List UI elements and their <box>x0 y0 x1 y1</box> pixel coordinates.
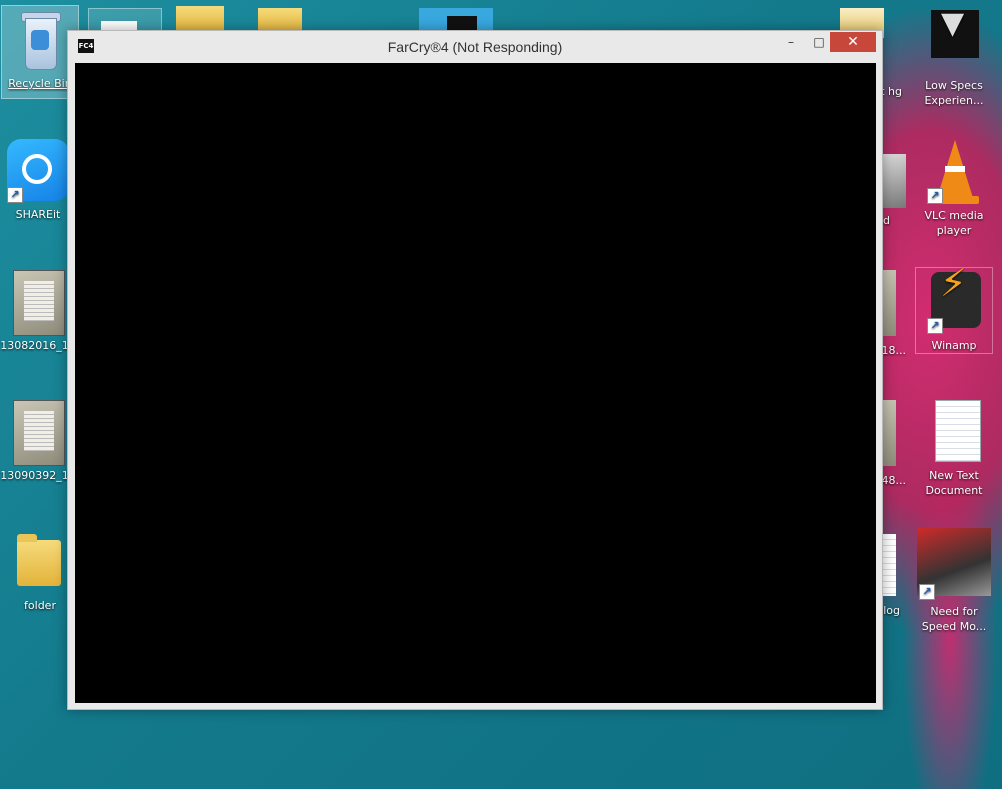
shortcut-arrow-icon: ↗ <box>7 187 23 203</box>
partial-icon-top-4[interactable] <box>419 8 493 32</box>
partial-folder-top-2[interactable] <box>176 6 224 32</box>
nfs-icon: ↗ <box>917 528 991 600</box>
low-specs-label: Low Specs Experien... <box>924 79 984 107</box>
photo-file-2[interactable]: 13090392_18 <box>0 398 76 483</box>
partial-icon-3[interactable] <box>882 270 896 336</box>
folder-icon <box>11 528 69 594</box>
shareit-shortcut[interactable]: ↗ SHAREit <box>0 137 76 222</box>
farcry-window[interactable]: FC4 FarCry®4 (Not Responding) – □ ✕ <box>67 30 883 710</box>
low-specs-icon <box>925 8 983 74</box>
new-text-label: New Text Document <box>925 469 983 497</box>
shortcut-arrow-icon: ↗ <box>927 188 943 204</box>
photo-icon <box>9 268 67 336</box>
partial-icon-4[interactable] <box>882 400 896 466</box>
winamp-label: Winamp <box>931 339 977 352</box>
close-button[interactable]: ✕ <box>830 32 876 52</box>
winamp-shortcut[interactable]: ↗ Winamp <box>915 267 993 354</box>
nfs-shortcut[interactable]: ↗ Need for Speed Mo... <box>916 528 992 634</box>
vlc-shortcut[interactable]: ↗ VLC media player <box>916 138 992 238</box>
partial-icon-2[interactable] <box>882 154 906 208</box>
game-render-area[interactable] <box>75 63 876 703</box>
new-text-document[interactable]: New Text Document <box>916 398 992 498</box>
low-specs-shortcut[interactable]: Low Specs Experien... <box>916 8 992 108</box>
partial-icon-5[interactable] <box>882 534 896 596</box>
photo-file-1-label: 13082016_18 <box>0 339 76 352</box>
window-titlebar[interactable]: FC4 FarCry®4 (Not Responding) – □ ✕ <box>68 31 882 63</box>
shortcut-arrow-icon: ↗ <box>927 318 943 334</box>
photo-icon <box>9 398 67 466</box>
shareit-icon: ↗ <box>5 137 71 203</box>
minimize-button[interactable]: – <box>778 32 804 52</box>
shareit-label: SHAREit <box>15 208 61 221</box>
vlc-label: VLC media player <box>924 209 984 237</box>
maximize-button[interactable]: □ <box>806 32 832 52</box>
photo-file-1[interactable]: 13082016_18 <box>0 268 76 353</box>
vlc-icon: ↗ <box>925 138 983 204</box>
partial-folder-top-3[interactable] <box>258 8 302 32</box>
window-title: FarCry®4 (Not Responding) <box>387 39 563 55</box>
photo-file-2-label: 13090392_18 <box>0 469 76 482</box>
recycle-bin-icon <box>11 6 69 72</box>
shortcut-arrow-icon: ↗ <box>919 584 935 600</box>
nfs-label: Need for Speed Mo... <box>921 605 987 633</box>
winamp-icon: ↗ <box>925 268 983 334</box>
text-document-icon <box>925 398 983 464</box>
